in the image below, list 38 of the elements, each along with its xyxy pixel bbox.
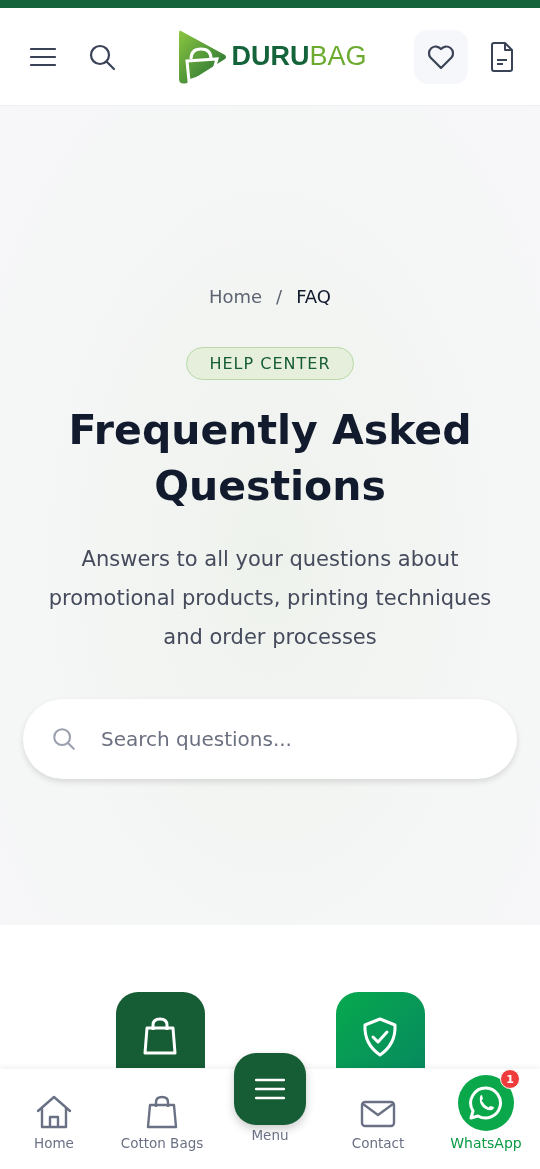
page-title: Frequently Asked Questions (67, 405, 473, 512)
nav-label: Cotton Bags (120, 1135, 204, 1151)
mail-tab[interactable]: Contact (328, 1099, 428, 1151)
bag-icon (145, 1095, 179, 1129)
envelope-icon (360, 1099, 396, 1129)
menu-icon (255, 1078, 285, 1100)
whatsapp-tab[interactable]: 1 WhatsApp (436, 1067, 536, 1151)
menu-icon-button[interactable] (234, 1053, 306, 1125)
nav-label: WhatsApp (450, 1135, 522, 1151)
chat-phone-icon (468, 1085, 504, 1121)
notification-badge: 1 (500, 1069, 520, 1089)
nav-label: Contact (351, 1135, 405, 1151)
section-tag: HELP CENTER (186, 347, 354, 380)
document-icon (490, 41, 514, 72)
breadcrumb-link[interactable]: Home (208, 286, 263, 307)
shield-tile[interactable] (335, 992, 425, 1068)
search-field[interactable]: Search questions... (99, 726, 489, 752)
logo-wordmark: DURUBAG (231, 41, 367, 72)
nav-label: Home (34, 1135, 74, 1151)
logo-link[interactable]: DURUBAG (177, 28, 367, 85)
whatsapp-button[interactable] (458, 1075, 514, 1131)
heart-icon (427, 43, 455, 70)
breadcrumb-separator: / (276, 286, 283, 307)
bag-tab[interactable]: Cotton Bags (112, 1095, 212, 1151)
menu-icon (30, 46, 56, 67)
home-icon (36, 1095, 72, 1129)
logo-bag-icon (177, 28, 228, 85)
favorites-button[interactable] (414, 29, 468, 84)
search-icon (51, 726, 77, 752)
search-icon (88, 42, 116, 71)
menu-tab[interactable]: Menu (220, 1053, 320, 1143)
bag-tile[interactable] (115, 992, 205, 1068)
search-bar[interactable]: Search questions... (23, 699, 517, 779)
home-tab[interactable]: Home (4, 1095, 104, 1151)
page-subtitle: Answers to all your questions about promotional products, printing techniques and order processes (47, 546, 493, 651)
bag-icon (142, 1016, 178, 1056)
nav-label: Menu (251, 1127, 289, 1143)
breadcrumb-link[interactable]: FAQ (296, 286, 332, 307)
